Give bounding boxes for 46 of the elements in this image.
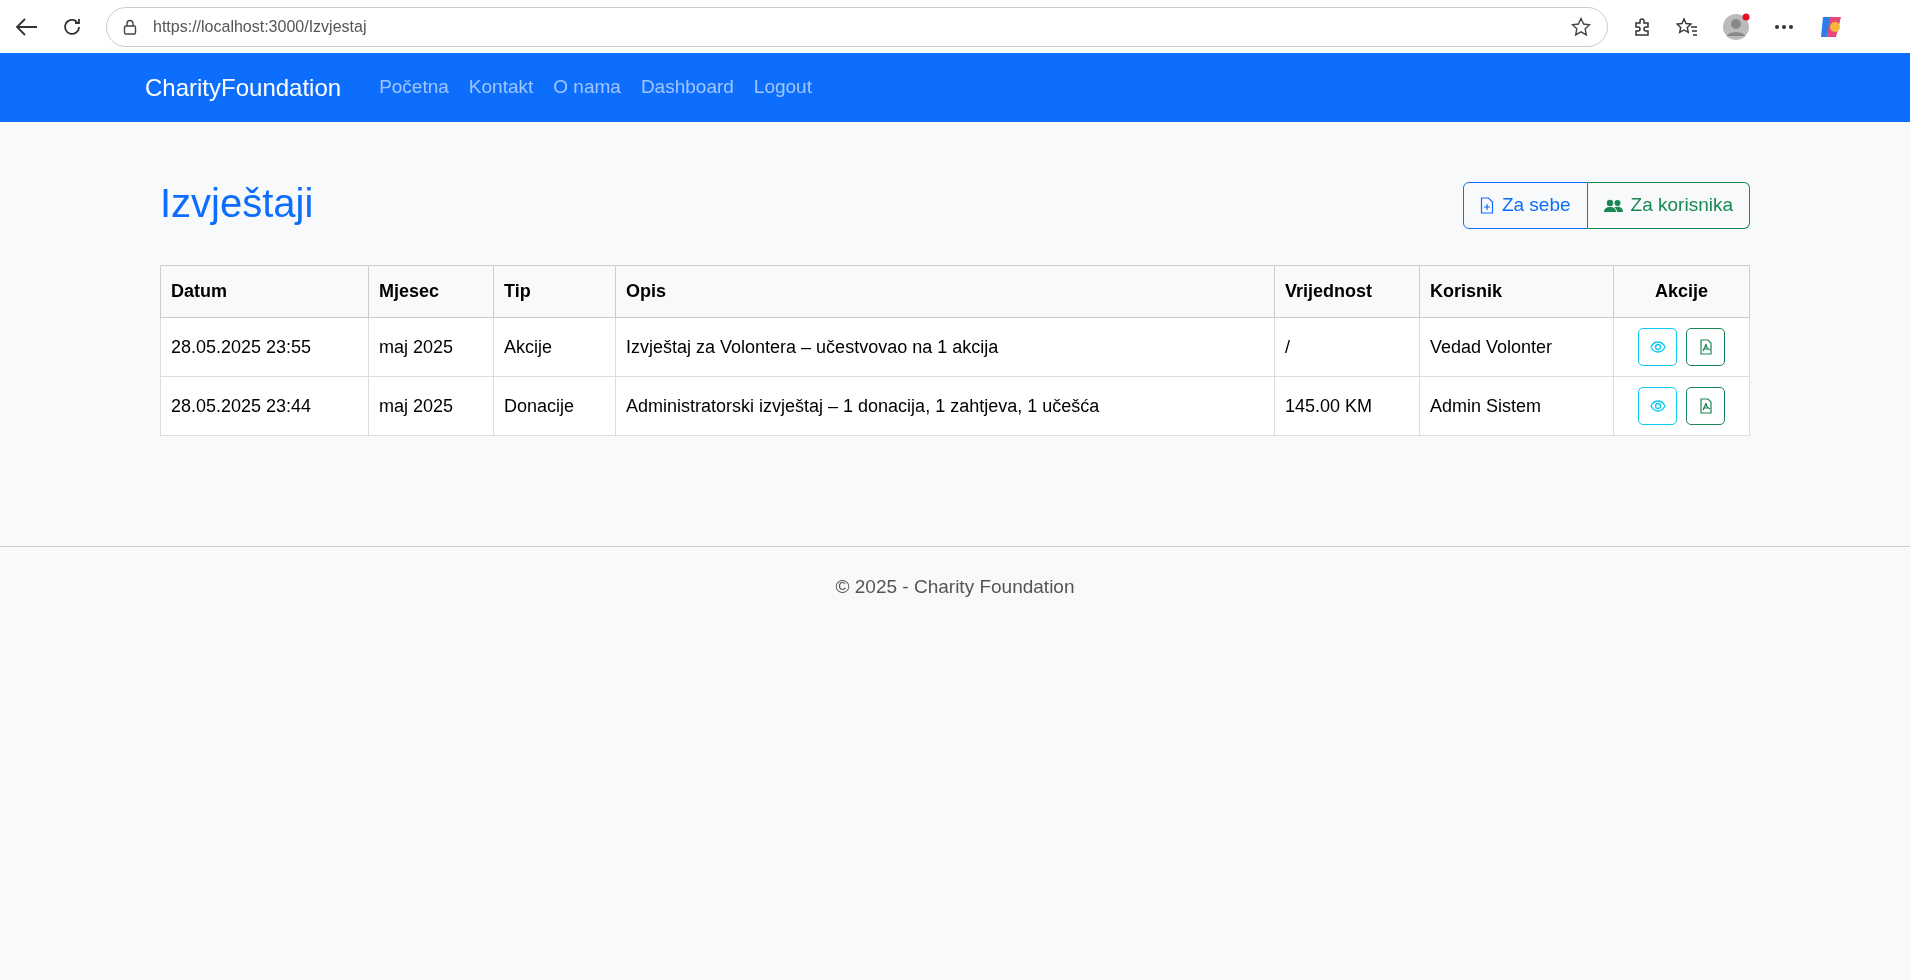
table-cell: Izvještaj za Volontera – učestvovao na 1 akcija: [615, 317, 1275, 377]
table-cell: maj 2025: [368, 376, 494, 436]
table-cell: Donacije: [493, 376, 616, 436]
favorites-icon[interactable]: [1676, 16, 1698, 37]
column-header: Tip: [493, 265, 616, 318]
table-cell: 145.00 KM: [1274, 376, 1420, 436]
nav-link[interactable]: O nama: [543, 73, 631, 102]
people-icon: [1603, 198, 1623, 213]
eye-icon: [1649, 339, 1666, 355]
profile-avatar-icon[interactable]: [1722, 12, 1750, 41]
table-cell: Vedad Volonter: [1419, 317, 1614, 377]
column-header: Opis: [615, 265, 1275, 318]
footer-text: © 2025 - Charity Foundation: [835, 575, 1075, 599]
lock-icon: [123, 18, 137, 35]
nav-link[interactable]: Početna: [369, 73, 459, 102]
self-report-button[interactable]: Za sebe: [1462, 182, 1588, 229]
table-cell: Admin Sistem: [1419, 376, 1614, 436]
table-cell: Administratorski izvještaj – 1 donacija, 1 zahtjeva, 1 učešća: [615, 376, 1275, 436]
more-icon[interactable]: [1774, 23, 1794, 30]
page-title: Izvještaji: [160, 182, 314, 223]
star-icon[interactable]: [1571, 16, 1591, 37]
extensions-icon[interactable]: [1632, 16, 1652, 37]
table-cell: Akcije: [493, 317, 616, 377]
nav-link[interactable]: Dashboard: [630, 73, 744, 102]
table-cell: maj 2025: [368, 317, 494, 377]
pdf-file-icon: [1698, 339, 1713, 355]
brand-link[interactable]: CharityFoundation: [145, 69, 342, 106]
eye-icon: [1649, 398, 1666, 414]
table-cell: 28.05.2025 23:44: [160, 376, 369, 436]
column-header: Mjesec: [368, 265, 494, 318]
table-cell: /: [1274, 317, 1420, 377]
reload-icon[interactable]: [62, 16, 82, 37]
column-header: Datum: [160, 265, 369, 318]
file-plus-icon: [1479, 197, 1494, 214]
url-text: https://localhost:3000/Izvjestaj: [153, 16, 368, 37]
nav-link[interactable]: Logout: [743, 73, 822, 102]
pdf-button[interactable]: [1686, 387, 1725, 425]
pdf-button[interactable]: [1686, 328, 1725, 366]
pdf-file-icon: [1698, 398, 1713, 414]
back-arrow-icon[interactable]: [16, 17, 38, 36]
column-header: Akcije: [1613, 265, 1750, 318]
column-header: Korisnik: [1419, 265, 1614, 318]
table-cell: 28.05.2025 23:55: [160, 317, 369, 377]
column-header: Vrijednost: [1274, 265, 1420, 318]
user-report-button[interactable]: Za korisnika: [1587, 182, 1750, 229]
nav-link[interactable]: Kontakt: [458, 73, 544, 102]
